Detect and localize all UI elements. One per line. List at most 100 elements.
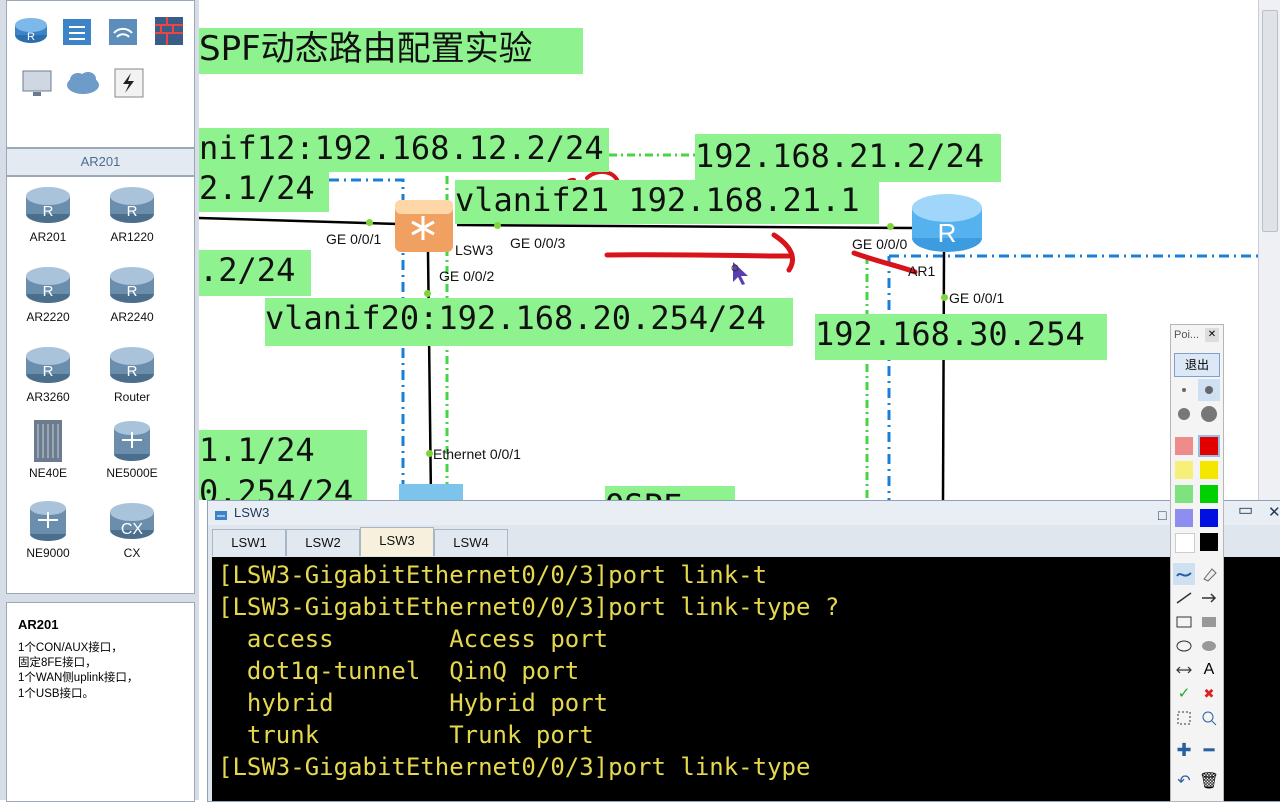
eraser-icon[interactable]	[1198, 563, 1220, 585]
pen-close-icon[interactable]: ✕	[1205, 328, 1219, 342]
line-icon[interactable]	[1173, 587, 1195, 609]
terminal-window[interactable]: LSW3 □ ▭ ✕ LSW1 LSW2 LSW3 LSW4 [LSW3-Gig…	[207, 500, 1280, 802]
console-line: [LSW3-GigabitEthernet0/0/3]port link-typ…	[218, 593, 840, 621]
terminal-titlebar[interactable]: LSW3 □ ▭ ✕	[208, 501, 1280, 525]
device-item[interactable]: NE9000	[8, 500, 88, 560]
device-item[interactable]: R AR3260	[8, 344, 88, 404]
xlarge-dot-icon[interactable]	[1198, 403, 1220, 425]
filled-ellipse-icon[interactable]	[1198, 635, 1220, 657]
cable-icon[interactable]	[111, 65, 147, 101]
core-router-icon	[114, 421, 150, 461]
color-swatch[interactable]	[1175, 461, 1193, 479]
tab-lsw1[interactable]: LSW1	[212, 529, 286, 556]
pen-tool-palette: Poi... ✕ 退出 A ✓ ✖ ✚ ━ ↶ 🗑	[1170, 324, 1224, 802]
filled-rectangle-icon[interactable]	[1198, 611, 1220, 633]
device-item[interactable]: R AR1220	[92, 184, 172, 244]
device-panel: R AR201 R AR201 R AR1220 R AR2220 R AR2240 R AR32…	[0, 0, 199, 802]
lsw3-label: LSW3	[455, 242, 494, 258]
minus-icon[interactable]: ━	[1198, 739, 1220, 761]
cloud-icon[interactable]	[65, 65, 101, 101]
device-label: Router	[113, 390, 151, 404]
large-dot-icon[interactable]	[1173, 403, 1195, 425]
color-swatch[interactable]	[1175, 437, 1193, 455]
switch-icon[interactable]	[59, 13, 95, 49]
svg-text:R: R	[938, 218, 957, 248]
router-icon: R	[110, 347, 154, 383]
tab-lsw3[interactable]: LSW3	[360, 527, 434, 556]
close-icon[interactable]: ✕	[1268, 501, 1280, 525]
device-category-box: R	[6, 0, 195, 148]
freehand-icon[interactable]	[1173, 563, 1195, 585]
label-ip-a: 2.1/24	[199, 168, 329, 212]
port-label: Ethernet 0/0/1	[433, 446, 521, 462]
terminal-console[interactable]: [LSW3-GigabitEthernet0/0/3]port link-t [L…	[212, 557, 1280, 801]
device-item[interactable]: NE5000E	[92, 420, 172, 480]
color-swatch[interactable]	[1175, 533, 1195, 553]
port-dot	[424, 290, 431, 297]
label-vlanif12: nif12:192.168.12.2/24	[199, 128, 609, 172]
restore-icon[interactable]: □	[1158, 503, 1166, 527]
router-icon[interactable]: R	[13, 13, 49, 49]
label-ip-e: OSPF	[605, 486, 735, 500]
svg-text:R: R	[127, 363, 138, 380]
tab-lsw2[interactable]: LSW2	[286, 529, 360, 556]
console-line: [LSW3-GigabitEthernet0/0/3]port link-t	[218, 561, 768, 589]
device-item[interactable]: R AR201	[8, 184, 88, 244]
switch-lsw3-icon[interactable]	[392, 194, 458, 256]
chassis-icon	[34, 420, 62, 462]
tab-lsw4[interactable]: LSW4	[434, 529, 508, 556]
terminal-title: LSW3	[234, 505, 270, 520]
label-ip-d: 0.254/24	[199, 472, 367, 500]
color-swatch[interactable]	[1200, 509, 1218, 527]
pc-icon[interactable]	[19, 65, 55, 101]
add-icon[interactable]: ✚	[1173, 739, 1195, 761]
topology-canvas[interactable]: SPF动态路由配置实验 nif12:192.168.12.2/24 2.1/24…	[199, 0, 1258, 500]
device-item[interactable]: CX CX	[92, 500, 172, 560]
medium-dot-icon[interactable]	[1198, 379, 1220, 401]
color-swatch[interactable]	[1198, 435, 1220, 457]
wireless-icon[interactable]	[105, 13, 141, 49]
device-description: AR201 1个CON/AUX接口， 固定8FE接口， 1个WAN侧uplink…	[6, 602, 195, 802]
port-label: GE 0/0/0	[852, 236, 908, 252]
device-label: CX	[123, 546, 141, 560]
trash-icon[interactable]: 🗑	[1198, 771, 1220, 793]
device-item[interactable]: R AR2240	[92, 264, 172, 324]
rectangle-icon[interactable]	[1173, 611, 1195, 633]
device-label: AR1220	[110, 230, 154, 244]
port-label: GE 0/0/1	[949, 290, 1005, 306]
maximize-icon[interactable]: ▭	[1238, 499, 1253, 523]
exit-button[interactable]: 退出	[1174, 353, 1220, 377]
check-icon[interactable]: ✓	[1173, 683, 1195, 705]
select-area-icon[interactable]	[1173, 707, 1195, 729]
scrollbar-thumb[interactable]	[1262, 10, 1278, 232]
color-swatch[interactable]	[1200, 461, 1218, 479]
text-tool-icon[interactable]: A	[1198, 659, 1220, 681]
undo-icon[interactable]: ↶	[1173, 771, 1195, 793]
color-swatch[interactable]	[1175, 485, 1193, 503]
pen-tool-title: Poi...	[1174, 329, 1200, 341]
color-swatch[interactable]	[1175, 509, 1193, 527]
device-item[interactable]: NE40E	[8, 420, 88, 480]
label-vlanif20: vlanif20:192.168.20.254/24	[265, 298, 793, 346]
double-arrow-icon[interactable]	[1173, 659, 1195, 681]
router-ar1-icon[interactable]: R	[909, 190, 985, 256]
router-icon: R	[26, 347, 70, 383]
label-ip-30: 192.168.30.254	[815, 314, 1107, 360]
cross-icon[interactable]: ✖	[1198, 683, 1220, 705]
canvas-scrollbar[interactable]	[1258, 0, 1280, 500]
color-swatch[interactable]	[1200, 485, 1218, 503]
small-dot-icon[interactable]	[1173, 379, 1195, 401]
color-swatch[interactable]	[1200, 533, 1218, 551]
switch-bottom-icon[interactable]	[397, 480, 467, 500]
device-label: AR2220	[26, 310, 70, 324]
section-title: AR201	[6, 148, 195, 176]
svg-text:R: R	[127, 283, 138, 300]
ar1-label: AR1	[908, 263, 936, 279]
zoom-icon[interactable]	[1198, 707, 1220, 729]
device-label: NE5000E	[106, 466, 158, 480]
ellipse-icon[interactable]	[1173, 635, 1195, 657]
firewall-icon[interactable]	[151, 13, 187, 49]
device-item[interactable]: R Router	[92, 344, 172, 404]
arrow-icon[interactable]	[1198, 587, 1220, 609]
device-item[interactable]: R AR2220	[8, 264, 88, 324]
